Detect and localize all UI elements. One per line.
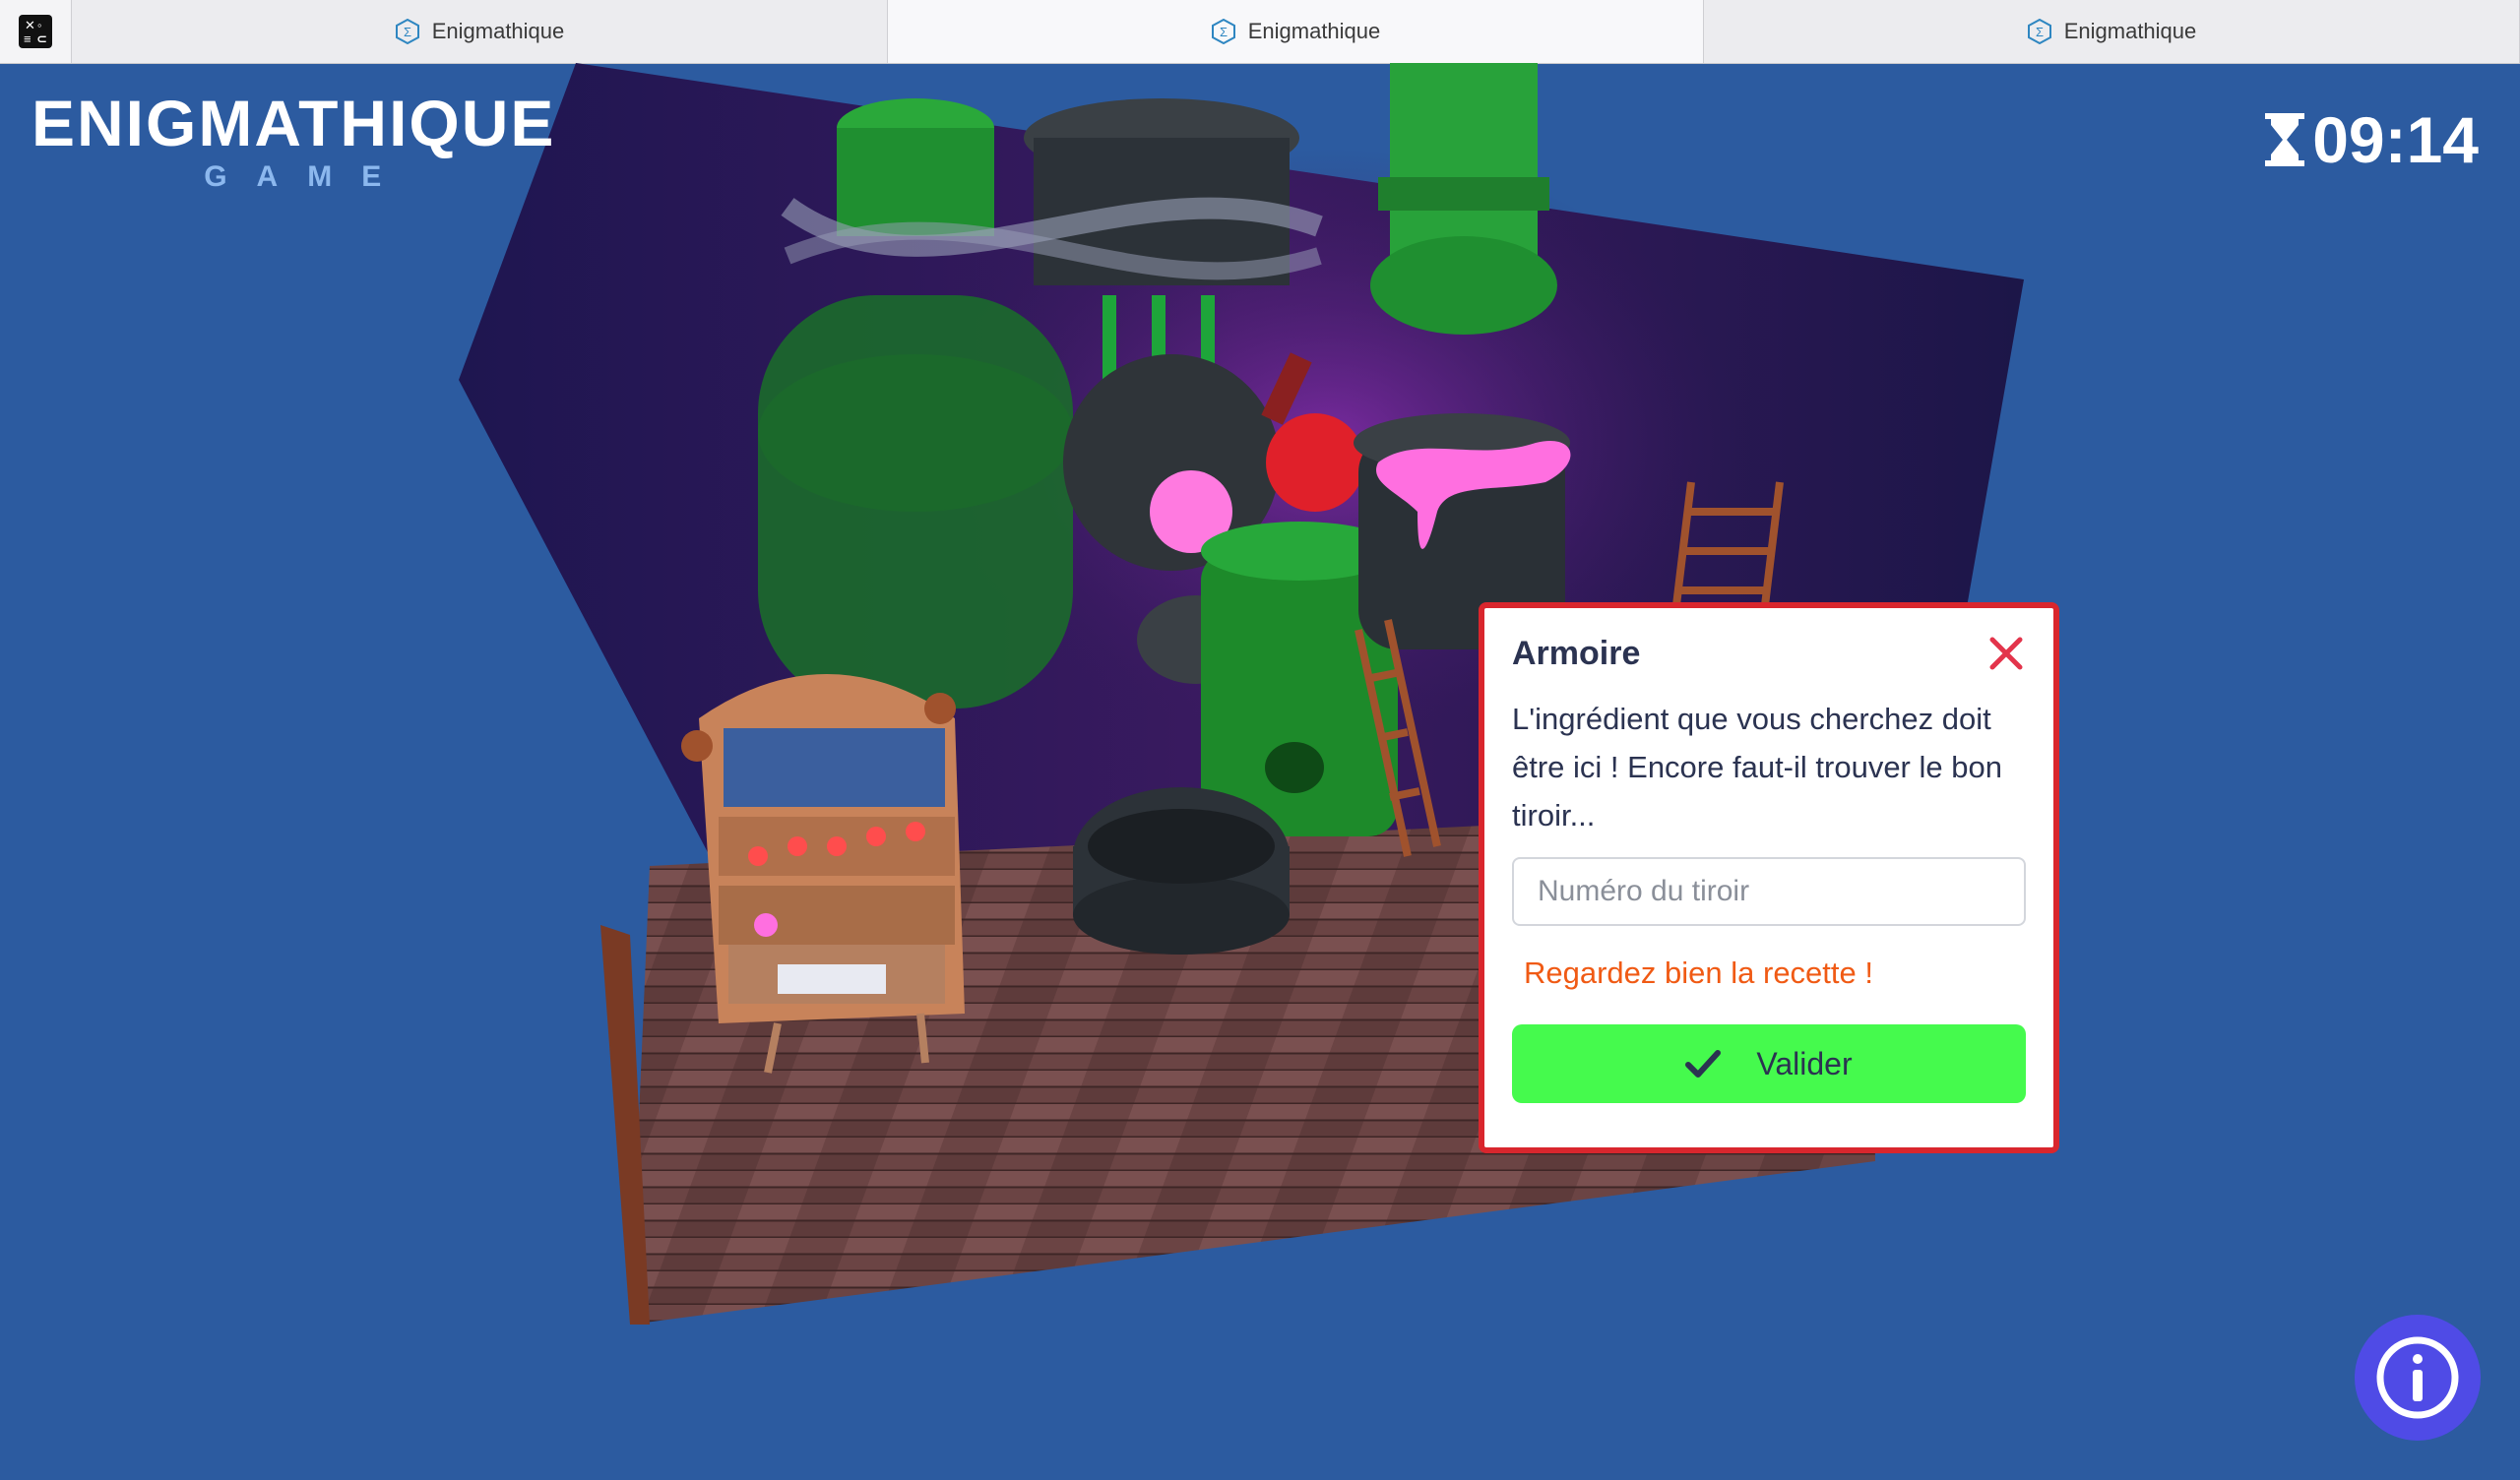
- enigmathique-favicon-icon: Σ: [1211, 19, 1235, 44]
- info-icon: [2376, 1336, 2459, 1419]
- tab-2[interactable]: Σ Enigmathique: [888, 0, 1704, 63]
- svg-text:Σ: Σ: [2036, 25, 2044, 39]
- hint-text: Regardez bien la recette !: [1524, 956, 1873, 990]
- dialog-title: Armoire: [1512, 634, 1641, 672]
- app-menu-icon[interactable]: ✕ ◦ ≡ ⊂: [0, 0, 72, 63]
- logo-title: ENIGMATHIQUE: [32, 87, 556, 159]
- cauldron[interactable]: [1073, 787, 1290, 955]
- escape-room-scene[interactable]: [0, 63, 2520, 1480]
- countdown-timer: 09:14: [2263, 102, 2479, 177]
- logo-subtitle: GAME: [204, 160, 411, 193]
- browser-tab-bar: ✕ ◦ ≡ ⊂ Σ Enigmathique Σ Enigmathique Σ En…: [0, 0, 2520, 64]
- green-pipe: [1370, 63, 1557, 335]
- hourglass-icon: [2265, 113, 2305, 166]
- close-icon[interactable]: [1986, 634, 2026, 673]
- svg-text:Σ: Σ: [404, 25, 411, 39]
- tab-label: Enigmathique: [2063, 19, 2197, 43]
- dialog-message: L'ingrédient que vous cherchez doit être…: [1512, 702, 2002, 832]
- armoire-shelf[interactable]: [681, 674, 965, 1074]
- enigmathique-logo: ENIGMATHIQUE GAME: [32, 91, 555, 195]
- enigmathique-favicon-icon: Σ: [2027, 19, 2051, 44]
- tab-3[interactable]: Σ Enigmathique: [1704, 0, 2520, 63]
- tab-label: Enigmathique: [1247, 19, 1381, 43]
- info-button[interactable]: [2355, 1315, 2481, 1441]
- timer-value: 09:14: [2312, 103, 2479, 176]
- checkmark-icon: [1685, 1050, 1722, 1078]
- svg-text:Σ: Σ: [1220, 25, 1228, 39]
- validate-button-label: Valider: [1756, 1045, 1853, 1081]
- validate-button[interactable]: Valider: [1512, 1024, 2026, 1103]
- tab-1[interactable]: Σ Enigmathique: [72, 0, 888, 63]
- drawer-number-input[interactable]: [1512, 857, 2026, 926]
- tab-label: Enigmathique: [431, 19, 565, 43]
- armoire-dialog: Armoire L'ingrédient que vous cherchez d…: [1479, 602, 2059, 1153]
- enigmathique-favicon-icon: Σ: [395, 19, 419, 44]
